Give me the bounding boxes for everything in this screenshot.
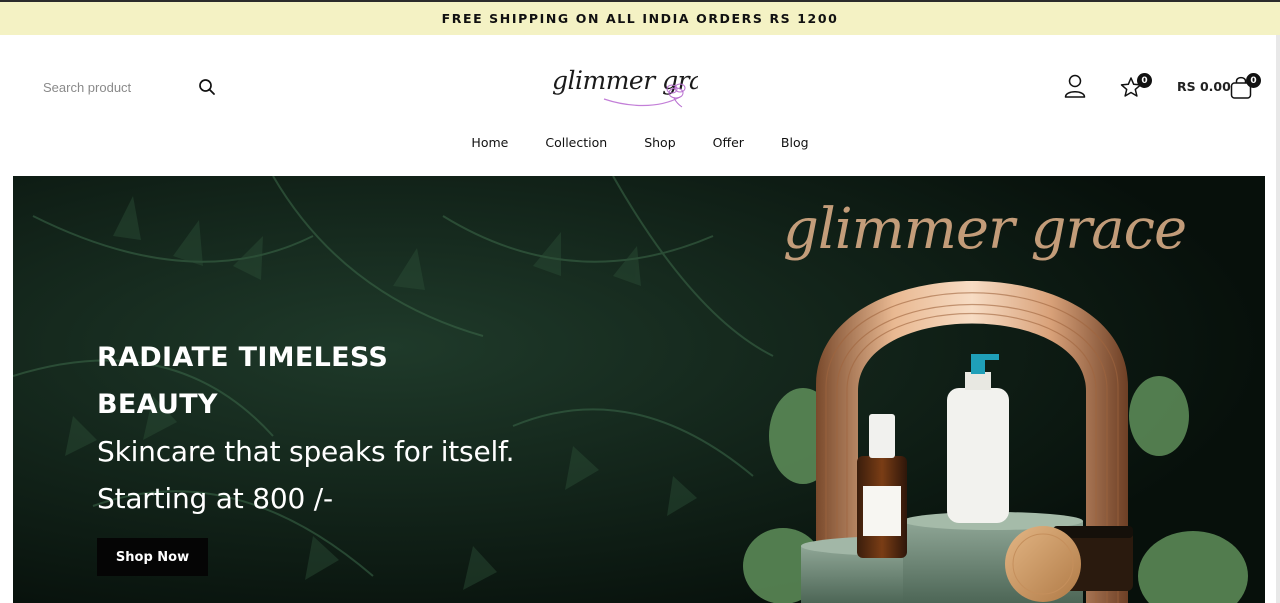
main-nav: Home Collection Shop Offer Blog: [0, 132, 1280, 154]
wishlist-button[interactable]: 0: [1119, 73, 1153, 103]
cart-count-badge: 0: [1246, 73, 1261, 88]
nav-item-collection[interactable]: Collection: [527, 132, 626, 154]
cart-button[interactable]: 0: [1229, 73, 1261, 103]
nav-item-home[interactable]: Home: [453, 132, 527, 154]
cart-total[interactable]: RS 0.00: [1177, 79, 1231, 94]
search-icon[interactable]: [198, 78, 216, 96]
hero-tagline: Skincare that speaks for itself.: [97, 435, 515, 468]
shop-now-button[interactable]: Shop Now: [97, 538, 208, 576]
wishlist-count-badge: 0: [1137, 73, 1152, 88]
hero-price-line: Starting at 800 /-: [97, 482, 333, 515]
site-header: glimmer grace 0 RS 0.00: [0, 35, 1280, 176]
nav-item-shop[interactable]: Shop: [626, 132, 694, 154]
search-box: [43, 75, 218, 99]
account-button[interactable]: [1063, 73, 1087, 103]
search-input[interactable]: [43, 75, 183, 99]
hero-banner: glimmer grace RADIATE TIMELESS BEAUTY Sk…: [13, 176, 1265, 603]
nav-item-blog[interactable]: Blog: [762, 132, 827, 154]
hero-headline-line1: RADIATE TIMELESS: [97, 342, 389, 373]
announcement-bar: FREE SHIPPING ON ALL INDIA ORDERS RS 120…: [0, 0, 1280, 35]
hero-copy: RADIATE TIMELESS BEAUTY Skincare that sp…: [97, 334, 515, 522]
svg-text:glimmer grace: glimmer grace: [783, 197, 1186, 262]
page-scrollbar[interactable]: [1276, 35, 1280, 603]
announcement-text: FREE SHIPPING ON ALL INDIA ORDERS RS 120…: [441, 11, 839, 26]
user-icon: [1063, 74, 1087, 103]
site-logo[interactable]: glimmer grace: [548, 53, 732, 119]
hero-headline-line2: BEAUTY: [97, 389, 218, 420]
nav-item-offer[interactable]: Offer: [694, 132, 762, 154]
